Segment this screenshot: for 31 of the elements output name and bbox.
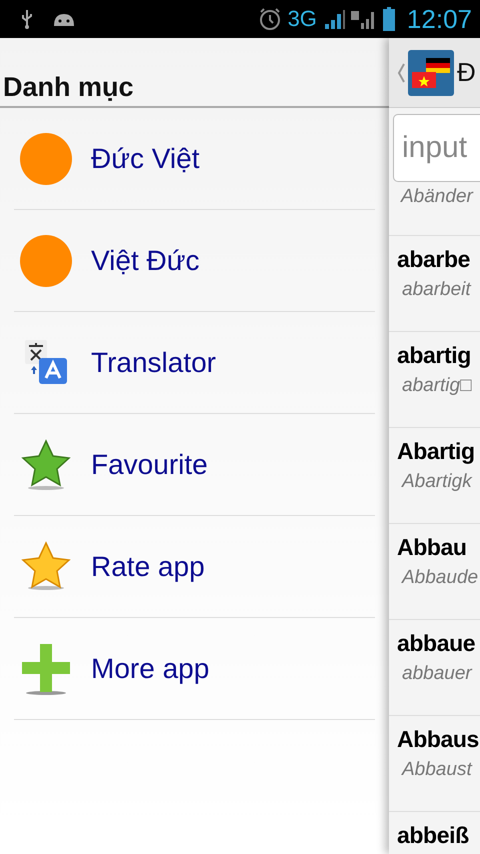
star-icon (19, 438, 73, 492)
back-chevron-icon (397, 62, 405, 82)
menu-item[interactable]: Việt Đức (14, 210, 375, 312)
dictionary-entry[interactable]: abarbe abarbeit (389, 236, 480, 332)
dictionary-entry[interactable]: abartig abartig□ (389, 332, 480, 428)
search-field[interactable]: input (393, 114, 480, 182)
drawer-title: Danh mục (3, 72, 134, 103)
dictionary-entry[interactable]: Abbau Abbaude (389, 524, 480, 620)
menu-item[interactable]: Đức Việt (14, 108, 375, 210)
menu-item[interactable]: Favourite (14, 414, 375, 516)
plus-icon (19, 642, 73, 696)
dictionary-entry[interactable]: Abbaus Abbaust (389, 716, 480, 812)
circle-icon (19, 234, 73, 288)
dictionary-entry[interactable]: abbeiß (389, 812, 480, 854)
clock: 12:07 (406, 4, 472, 34)
flags-logo-icon (408, 50, 454, 96)
app-title: Đ (457, 57, 476, 88)
signal-icon (350, 8, 377, 30)
entry-meaning: Abänder (399, 186, 474, 208)
battery-icon (382, 7, 395, 31)
menu-item[interactable]: More app (14, 618, 375, 720)
dictionary-entry[interactable]: abbaue abbauer (389, 620, 480, 716)
menu-item[interactable]: Rate app (14, 516, 375, 618)
alarm-icon (258, 7, 282, 31)
network-type: 3G (288, 6, 317, 32)
android-icon (52, 11, 76, 27)
dictionary-entry[interactable]: Abartig Abartigk (389, 428, 480, 524)
usb-icon (20, 9, 34, 29)
circle-icon (19, 132, 73, 186)
signal-icon (322, 8, 345, 30)
menu-item[interactable]: Translator (14, 312, 375, 414)
